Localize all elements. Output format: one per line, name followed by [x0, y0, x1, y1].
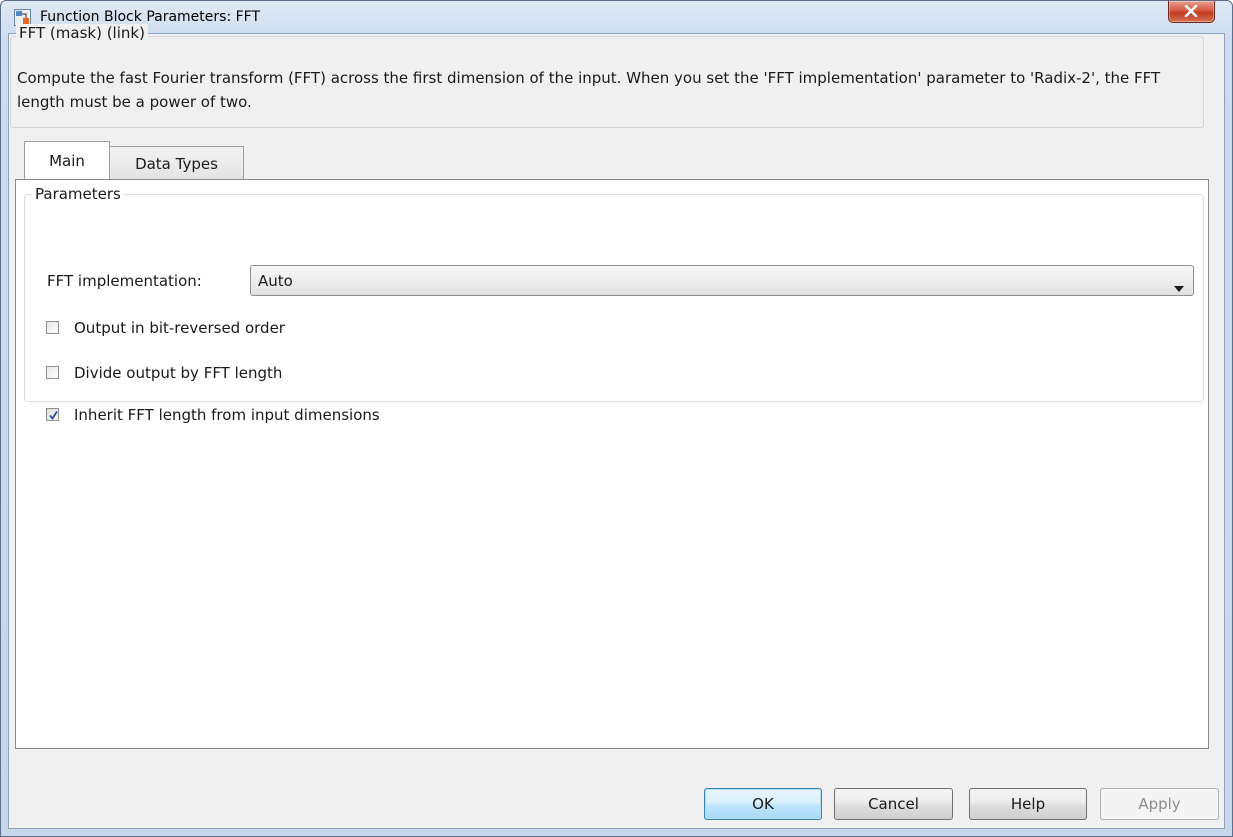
bit-reversed-order-checkbox[interactable]: [46, 321, 59, 334]
dropdown-arrow-icon: [1174, 277, 1184, 296]
close-button[interactable]: [1168, 1, 1215, 23]
divide-output-checkbox[interactable]: [46, 366, 59, 379]
bit-reversed-order-label: Output in bit-reversed order: [74, 319, 285, 337]
parameters-group-label: Parameters: [32, 185, 124, 203]
fft-implementation-label: FFT implementation:: [47, 272, 202, 290]
ok-button[interactable]: OK: [704, 788, 822, 820]
window-title: Function Block Parameters: FFT: [40, 9, 261, 25]
tab-data-types[interactable]: Data Types: [109, 146, 244, 180]
cancel-button[interactable]: Cancel: [834, 788, 953, 820]
checkmark-icon: [49, 411, 58, 421]
divide-output-label: Divide output by FFT length: [74, 364, 283, 382]
close-icon: [1184, 5, 1198, 17]
tab-main[interactable]: Main: [24, 141, 110, 179]
inherit-fft-length-checkbox[interactable]: [46, 408, 59, 421]
apply-button[interactable]: Apply: [1100, 788, 1219, 820]
title-bar[interactable]: Function Block Parameters: FFT: [1, 1, 1232, 34]
mask-heading: FFT (mask) (link): [16, 24, 148, 42]
fft-implementation-select[interactable]: Auto: [250, 265, 1194, 296]
help-button[interactable]: Help: [969, 788, 1087, 820]
mask-description: Compute the fast Fourier transform (FFT)…: [17, 69, 1161, 111]
inherit-fft-length-label: Inherit FFT length from input dimensions: [74, 406, 380, 424]
fft-implementation-value: Auto: [258, 272, 293, 290]
